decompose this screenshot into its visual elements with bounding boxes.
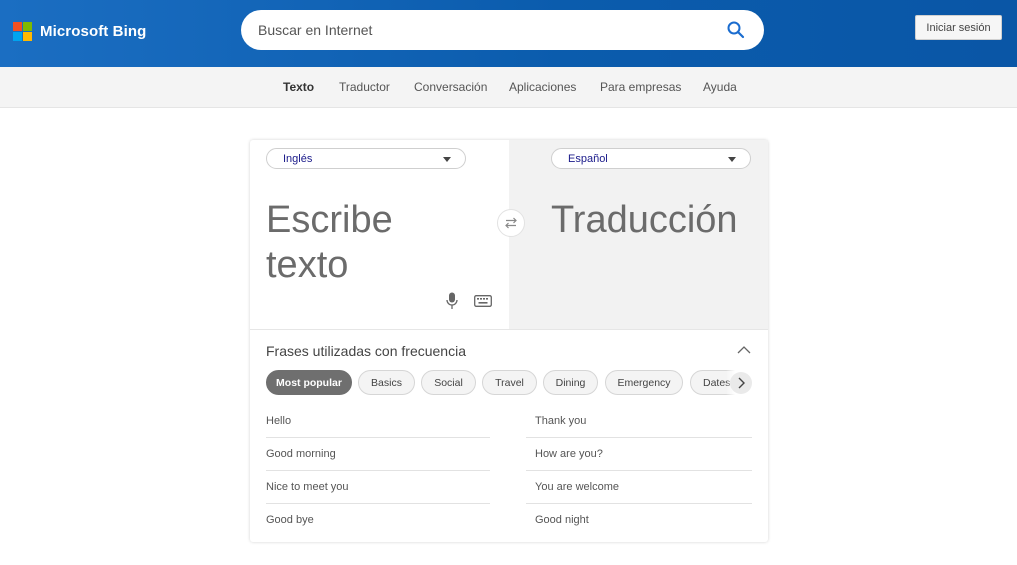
- chip-social[interactable]: Social: [421, 370, 476, 395]
- tab-conversacion[interactable]: Conversación: [414, 80, 487, 94]
- chevron-right-icon: [730, 371, 752, 394]
- keyboard-icon[interactable]: [474, 294, 492, 308]
- chip-emergency[interactable]: Emergency: [605, 370, 683, 395]
- phrase-item[interactable]: How are you?: [535, 448, 603, 460]
- nav-bar: Texto Traductor Conversación Aplicacione…: [0, 67, 1017, 108]
- search-icon[interactable]: [726, 20, 746, 40]
- search-box: [241, 10, 764, 50]
- source-text-input[interactable]: Escribe texto: [266, 198, 466, 288]
- phrase-item[interactable]: You are welcome: [535, 481, 619, 493]
- swap-arrows-icon: [505, 217, 517, 229]
- phrase-divider: [526, 503, 752, 504]
- phrase-item[interactable]: Good night: [535, 514, 589, 526]
- brand-name: Microsoft Bing: [40, 23, 147, 40]
- signin-button[interactable]: Iniciar sesión: [915, 15, 1002, 40]
- phrase-categories: Most popular Basics Social Travel Dining…: [266, 370, 752, 397]
- source-language-select[interactable]: Inglés: [266, 148, 466, 169]
- phrases-title: Frases utilizadas con frecuencia: [266, 343, 466, 359]
- tab-aplicaciones[interactable]: Aplicaciones: [509, 80, 576, 94]
- chevron-up-icon[interactable]: [737, 344, 751, 356]
- chip-travel[interactable]: Travel: [482, 370, 537, 395]
- swap-languages-button[interactable]: [497, 209, 525, 237]
- tab-traductor[interactable]: Traductor: [339, 80, 390, 94]
- microsoft-logo-icon: [13, 22, 32, 41]
- chip-dining[interactable]: Dining: [543, 370, 598, 395]
- chevron-down-icon: [443, 157, 451, 162]
- search-input[interactable]: [258, 10, 698, 50]
- chevron-down-icon: [728, 157, 736, 162]
- translator-card: Inglés Español Escribe texto Traducción …: [250, 140, 768, 542]
- tab-texto[interactable]: Texto: [283, 80, 314, 94]
- tab-para-empresas[interactable]: Para empresas: [600, 80, 681, 94]
- target-language-label: Español: [568, 153, 608, 165]
- phrase-item[interactable]: Good bye: [266, 514, 314, 526]
- microphone-icon[interactable]: [445, 292, 459, 310]
- bing-logo[interactable]: Microsoft Bing: [13, 22, 146, 41]
- translation-output: Traducción: [551, 199, 738, 241]
- phrase-divider: [266, 437, 490, 438]
- phrase-divider: [526, 470, 752, 471]
- header-bar: Microsoft Bing Iniciar sesión: [0, 0, 1017, 67]
- tab-ayuda[interactable]: Ayuda: [703, 80, 737, 94]
- chip-most-popular[interactable]: Most popular: [266, 370, 352, 395]
- source-language-label: Inglés: [283, 153, 313, 165]
- phrase-item[interactable]: Nice to meet you: [266, 481, 349, 493]
- phrase-divider: [266, 503, 490, 504]
- section-divider: [250, 329, 768, 330]
- chip-basics[interactable]: Basics: [358, 370, 415, 395]
- target-language-select[interactable]: Español: [551, 148, 751, 169]
- phrase-item[interactable]: Good morning: [266, 448, 336, 460]
- phrase-divider: [266, 470, 490, 471]
- phrase-divider: [526, 437, 752, 438]
- phrase-item[interactable]: Thank you: [535, 415, 586, 427]
- phrase-item[interactable]: Hello: [266, 415, 291, 427]
- chips-next-button[interactable]: [726, 369, 752, 396]
